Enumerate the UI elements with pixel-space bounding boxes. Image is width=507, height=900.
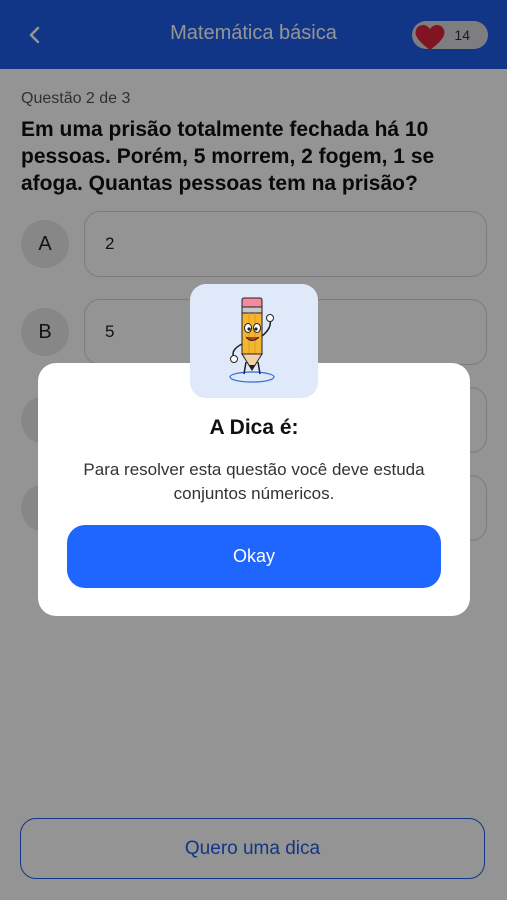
modal-illustration bbox=[190, 284, 318, 398]
okay-button[interactable]: Okay bbox=[67, 525, 441, 588]
pencil-mascot-icon bbox=[229, 297, 275, 383]
modal-title: A Dica é: bbox=[209, 416, 299, 439]
modal-text: Para resolver esta questão você deve est… bbox=[83, 460, 425, 503]
hint-modal: A Dica é: Para resolver esta questão voc… bbox=[38, 363, 470, 616]
